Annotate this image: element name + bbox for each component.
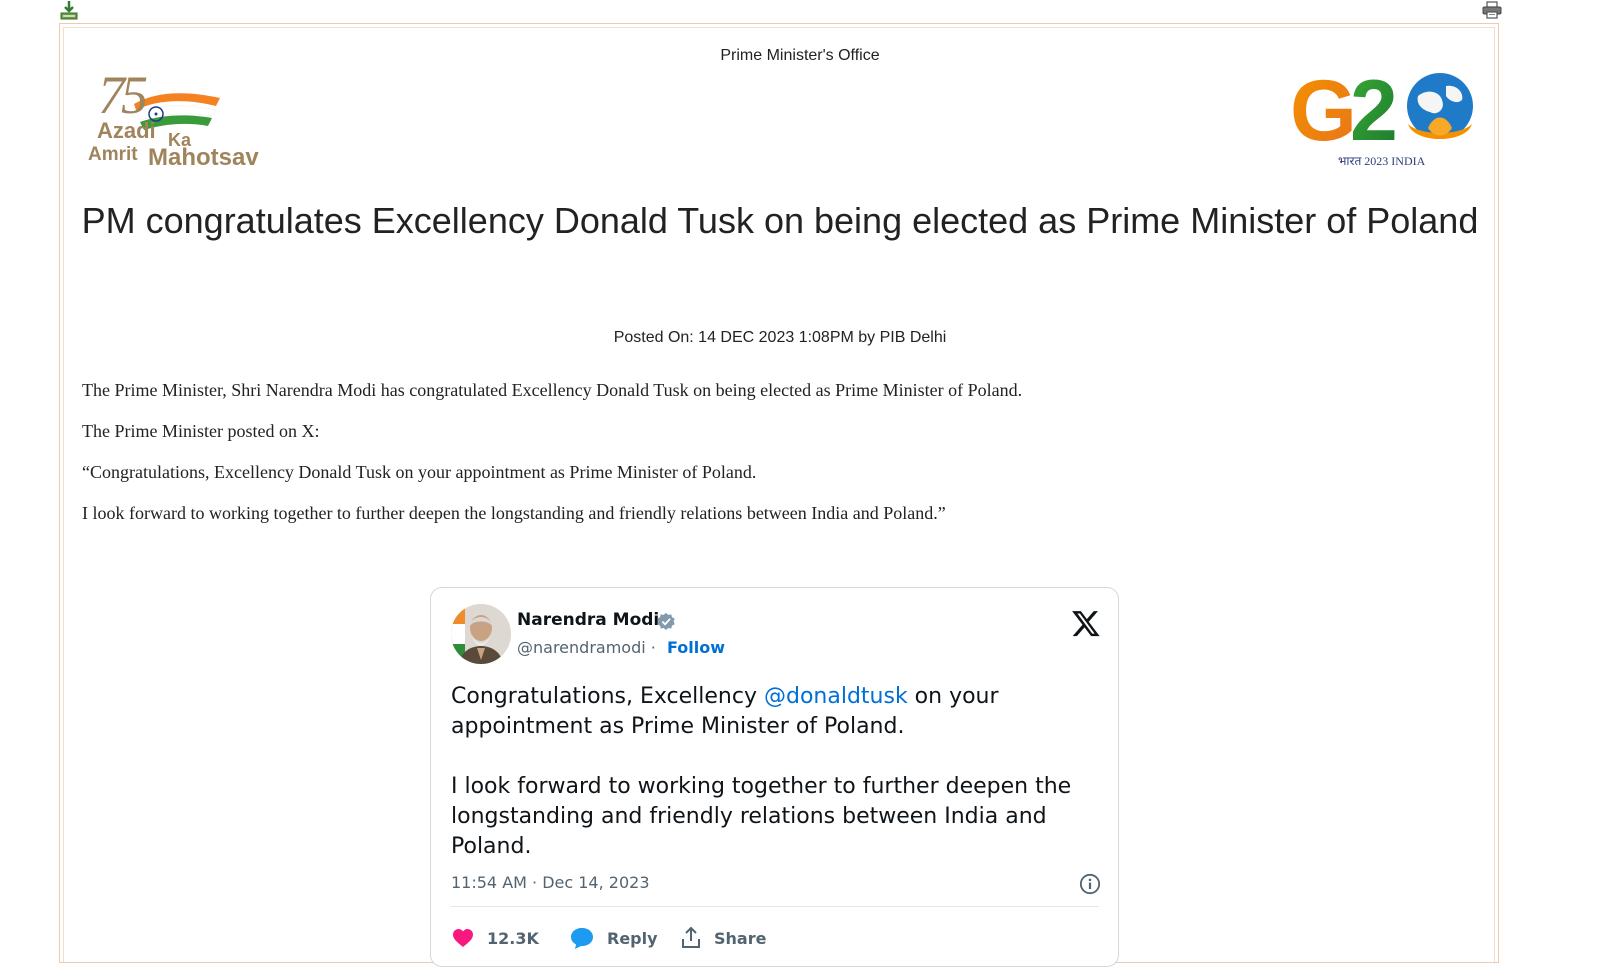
divider [451,906,1099,907]
logo-numeral: 75 [98,65,148,125]
body-paragraph: The Prime Minister posted on X: [82,421,320,441]
g20-subtitle: भारत 2023 INDIA [1338,154,1426,168]
tweet-timestamp[interactable]: 11:54 AM · Dec 14, 2023 [451,873,650,892]
share-button[interactable]: Share [680,923,766,953]
info-icon[interactable] [1079,873,1101,895]
tweet-handle: @narendramodi · [517,638,656,657]
like-count: 12.3K [487,928,539,948]
ministry-name: Prime Minister's Office [720,47,880,64]
tweet-author-name[interactable]: Narendra Modi [517,610,659,630]
x-logo-icon[interactable] [1071,608,1101,638]
reply-label: Reply [607,928,658,948]
logo-text-mahotsav: Mahotsav [148,144,259,171]
article-body: The Prime Minister, Shri Narendra Modi h… [82,378,1462,542]
download-icon[interactable] [59,0,79,20]
follow-button[interactable]: Follow [667,638,725,657]
tweet-paragraph: Congratulations, Excellency @donaldtusk … [451,684,999,739]
verified-badge-icon [657,612,675,630]
share-icon [682,926,700,948]
tweet-paragraph: I look forward to working together to fu… [451,774,1072,859]
heart-icon [453,929,473,947]
body-paragraph: The Prime Minister, Shri Narendra Modi h… [82,380,1023,400]
page-title: PM congratulates Excellency Donald Tusk … [81,200,1479,241]
logo-text-azadi: Azadi [97,118,156,143]
g20-logo: G 2 भारत 2023 INDIA [1290,63,1490,181]
reply-bubble-icon [571,928,593,949]
logo-text-amrit: Amrit [88,144,138,165]
body-paragraph: I look forward to working together to fu… [82,503,946,523]
posted-meta: Posted On: 14 DEC 2023 1:08PM by PIB Del… [613,329,947,346]
mention-link[interactable]: @donaldtusk [764,684,908,709]
tweet-text: Congratulations, Excellency @donaldtusk … [451,682,1101,892]
body-paragraph: “Congratulations, Excellency Donald Tusk… [82,462,757,482]
share-label: Share [714,928,767,948]
svg-text:G: G [1290,66,1357,152]
like-button[interactable]: 12.3K [451,923,539,953]
g20-emblem-icon: G 2 [1290,63,1473,159]
svg-text:2: 2 [1350,66,1398,152]
avatar[interactable] [451,604,511,664]
embedded-tweet[interactable]: Narendra Modi @narendramodi · Follow Con… [430,587,1119,967]
reply-button[interactable]: Reply [569,923,658,953]
top-toolbar [0,0,1600,22]
azadi-ka-amrit-mahotsav-logo: 75 Azadi Ka Amrit Mahotsav [88,65,268,172]
print-icon[interactable] [1482,1,1502,19]
